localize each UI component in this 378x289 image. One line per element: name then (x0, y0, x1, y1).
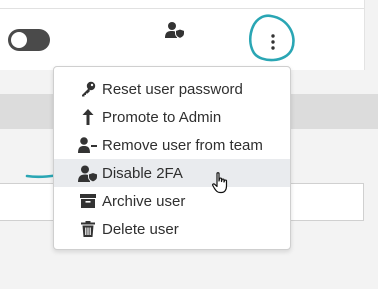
user-minus-icon (78, 136, 98, 154)
hand-pointer-cursor-icon (212, 172, 230, 199)
menu-item-label: Archive user (102, 192, 186, 210)
menu-item-remove-from-team[interactable]: Remove user from team (54, 131, 290, 159)
archive-icon (78, 192, 98, 210)
user-shield-icon (78, 164, 98, 182)
menu-item-disable-2fa[interactable]: Disable 2FA (54, 159, 290, 187)
menu-item-delete-user[interactable]: Delete user (54, 215, 290, 243)
user-toggle-switch[interactable] (8, 29, 50, 51)
card-divider (0, 8, 364, 9)
trash-icon (78, 220, 98, 238)
menu-item-label: Delete user (102, 220, 179, 238)
menu-item-label: Promote to Admin (102, 108, 222, 126)
menu-item-promote-admin[interactable]: Promote to Admin (54, 103, 290, 131)
more-actions-button[interactable] (267, 33, 279, 51)
user-actions-menu: Reset user password Promote to Admin Rem… (53, 66, 291, 250)
menu-item-label: Remove user from team (102, 136, 263, 154)
menu-item-label: Disable 2FA (102, 164, 183, 182)
menu-item-archive-user[interactable]: Archive user (54, 187, 290, 215)
toggle-knob (11, 32, 27, 48)
arrow-up-icon (78, 108, 98, 126)
user-shield-icon (165, 21, 185, 44)
menu-item-reset-password[interactable]: Reset user password (54, 75, 290, 103)
menu-item-label: Reset user password (102, 80, 243, 98)
key-icon (78, 80, 98, 98)
vertical-ellipsis-icon (271, 34, 275, 50)
